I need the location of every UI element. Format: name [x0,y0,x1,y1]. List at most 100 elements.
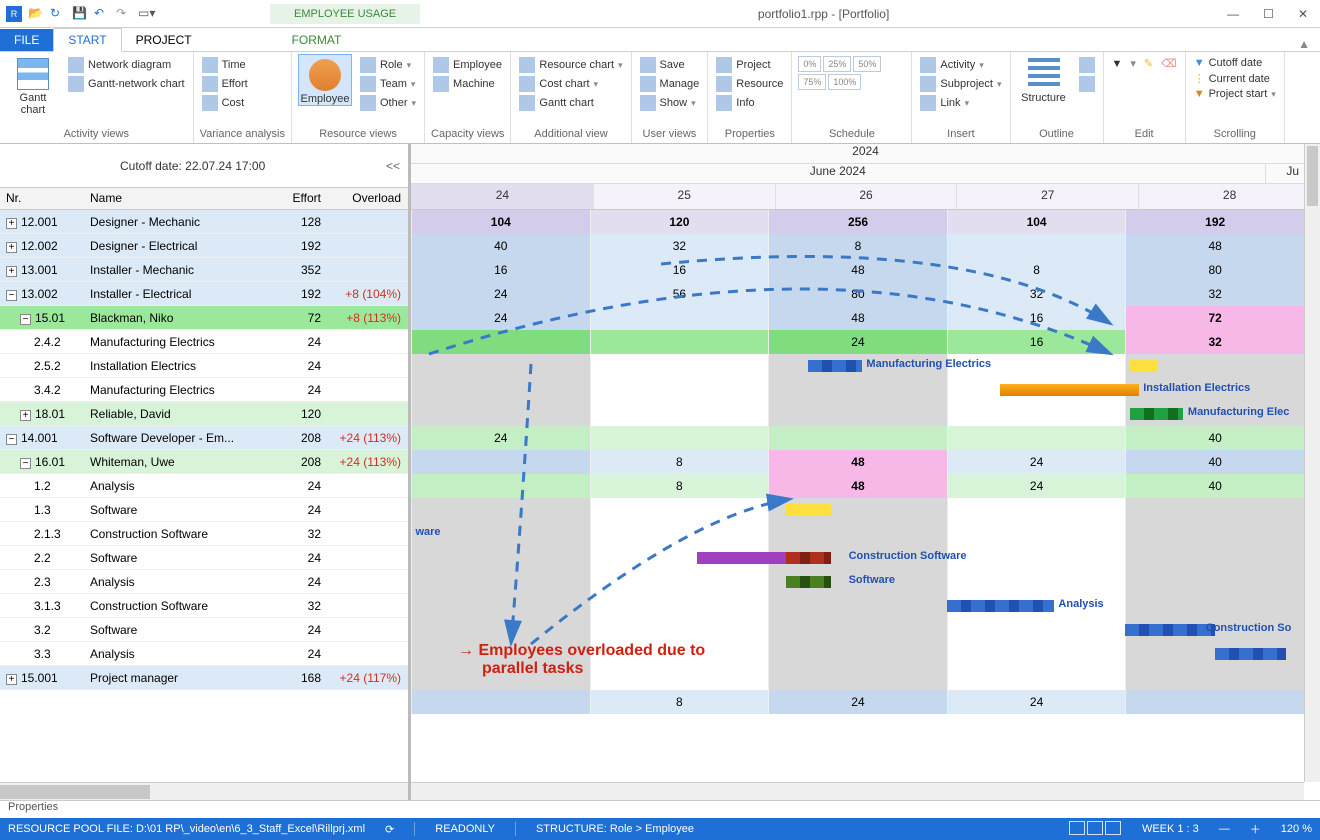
timeline-row[interactable] [411,666,1304,690]
current-date-button[interactable]: ⋮ Current date [1192,71,1278,86]
redo-icon[interactable]: ↷ [116,6,132,22]
week-header[interactable]: 28 [1138,184,1320,209]
grid-row[interactable]: 3.3Analysis24 [0,642,408,666]
minimize-button[interactable]: — [1227,7,1239,21]
gantt-bar[interactable] [786,576,831,588]
refresh-icon[interactable]: ↻ [50,6,66,22]
week-header[interactable]: 24 [411,184,593,209]
timeline-row[interactable]: 24481672 [411,306,1304,330]
grid-row[interactable]: 2.5.2Installation Electrics24 [0,354,408,378]
other-button[interactable]: Other [358,94,418,112]
show-view-button[interactable]: Show [638,94,702,112]
grid-row[interactable]: +15.001Project manager168+24 (117%) [0,666,408,690]
cap-employee-button[interactable]: Employee [431,56,504,74]
grid-row[interactable]: −14.001Software Developer - Em...208+24 … [0,426,408,450]
timeline-row[interactable]: ware [411,522,1304,546]
week-header[interactable]: 26 [775,184,957,209]
insert-activity-button[interactable]: Activity [918,56,1003,74]
tab-format[interactable]: FORMAT [278,29,356,51]
grid-row[interactable]: 2.2Software24 [0,546,408,570]
schedule-25[interactable]: 25% [823,56,851,72]
col-name[interactable]: Name [84,188,267,209]
eraser-icon[interactable]: ⌫ [1159,56,1179,71]
filter-icon[interactable]: ▼ [1110,56,1125,71]
save-view-button[interactable]: Save [638,56,702,74]
grid-row[interactable]: +12.001Designer - Mechanic128 [0,210,408,234]
role-button[interactable]: Role [358,56,418,74]
gantt-bar[interactable] [786,504,831,516]
gantt-bar[interactable] [1215,648,1286,660]
tab-project[interactable]: PROJECT [122,29,206,51]
effort-button[interactable]: Effort [200,75,250,93]
zoom-in-button[interactable]: ＋ [1250,821,1261,837]
timeline-vscroll[interactable] [1304,144,1320,782]
properties-panel-header[interactable]: Properties [0,800,1320,818]
timeline-row[interactable]: 2440 [411,426,1304,450]
grid-row[interactable]: +13.001Installer - Mechanic352 [0,258,408,282]
undo-icon[interactable]: ↶ [94,6,110,22]
timeline-row[interactable]: Manufacturing Electrics [411,354,1304,378]
timeline-row[interactable]: Construction So [411,618,1304,642]
grid-row[interactable]: 1.2Analysis24 [0,474,408,498]
outline-expand-icon[interactable] [1077,56,1097,74]
grid-row[interactable]: −15.01Blackman, Niko72+8 (113%) [0,306,408,330]
grid-row[interactable]: 3.1.3Construction Software32 [0,594,408,618]
insert-link-button[interactable]: Link [918,94,1003,112]
save-icon[interactable]: 💾 [72,6,88,22]
timeline-row[interactable]: 4032848 [411,234,1304,258]
gantt-bar[interactable] [1130,408,1184,420]
gantt-bar[interactable] [1125,624,1214,636]
manage-view-button[interactable]: Manage [638,75,702,93]
timeline-row[interactable]: 8482440 [411,474,1304,498]
structure-button[interactable]: Structure [1017,54,1071,104]
gantt-chart-button[interactable]: Gantt chart [6,54,60,116]
col-effort[interactable]: Effort [267,188,327,209]
insert-subproject-button[interactable]: Subproject [918,75,1003,93]
cutoff-date-button[interactable]: ▼ Cutoff date [1192,56,1278,70]
gantt-bar[interactable] [1130,360,1157,372]
resource-chart-button[interactable]: Resource chart [517,56,624,74]
grid-row[interactable]: 1.3Software24 [0,498,408,522]
gantt-bar[interactable] [947,600,1054,612]
timeline-row[interactable]: Manufacturing Elec [411,402,1304,426]
qat-more-icon[interactable]: ▭▾ [138,6,154,22]
timeline-row[interactable]: 8482440 [411,450,1304,474]
timeline-row[interactable]: 241632 [411,330,1304,354]
team-button[interactable]: Team [358,75,418,93]
col-overload[interactable]: Overload [327,188,407,209]
timeline-row[interactable]: Installation Electrics [411,378,1304,402]
status-refresh-icon[interactable]: ⟳ [385,823,394,836]
timeline-row[interactable]: Software [411,570,1304,594]
week-header[interactable]: 25 [593,184,775,209]
chevron-down-icon[interactable]: ▾ [1128,56,1138,71]
grid-row[interactable]: +12.002Designer - Electrical192 [0,234,408,258]
schedule-0[interactable]: 0% [798,56,821,72]
grid-hscroll[interactable] [0,782,408,800]
open-icon[interactable]: 📂 [28,6,44,22]
project-start-button[interactable]: ▼ Project start [1192,87,1278,101]
outline-collapse-icon[interactable] [1077,75,1097,93]
timeline-row[interactable]: Construction Software [411,546,1304,570]
col-nr[interactable]: Nr. [0,188,84,209]
time-button[interactable]: Time [200,56,250,74]
status-view-icons[interactable] [1068,821,1122,838]
gantt-bar[interactable] [786,552,831,564]
timeline-row[interactable]: 82424 [411,690,1304,714]
project-props-button[interactable]: Project [714,56,785,74]
schedule-50[interactable]: 50% [853,56,881,72]
gantt-bar[interactable] [1000,384,1138,396]
grid-row[interactable]: 2.3Analysis24 [0,570,408,594]
zoom-out-button[interactable]: — [1219,823,1230,835]
grid-row[interactable]: 3.4.2Manufacturing Electrics24 [0,378,408,402]
collapse-grid-button[interactable]: << [378,159,408,173]
tab-file[interactable]: FILE [0,29,53,51]
maximize-button[interactable]: ☐ [1263,7,1274,21]
cost-button[interactable]: Cost [200,94,250,112]
highlight-icon[interactable]: ✎ [1142,56,1155,71]
grid-row[interactable]: −13.002Installer - Electrical192+8 (104%… [0,282,408,306]
grid-row[interactable]: −16.01Whiteman, Uwe208+24 (113%) [0,450,408,474]
resource-props-button[interactable]: Resource [714,75,785,93]
timeline-row[interactable] [411,498,1304,522]
employee-view-button[interactable]: Employee [298,54,352,106]
schedule-100[interactable]: 100% [828,74,861,90]
